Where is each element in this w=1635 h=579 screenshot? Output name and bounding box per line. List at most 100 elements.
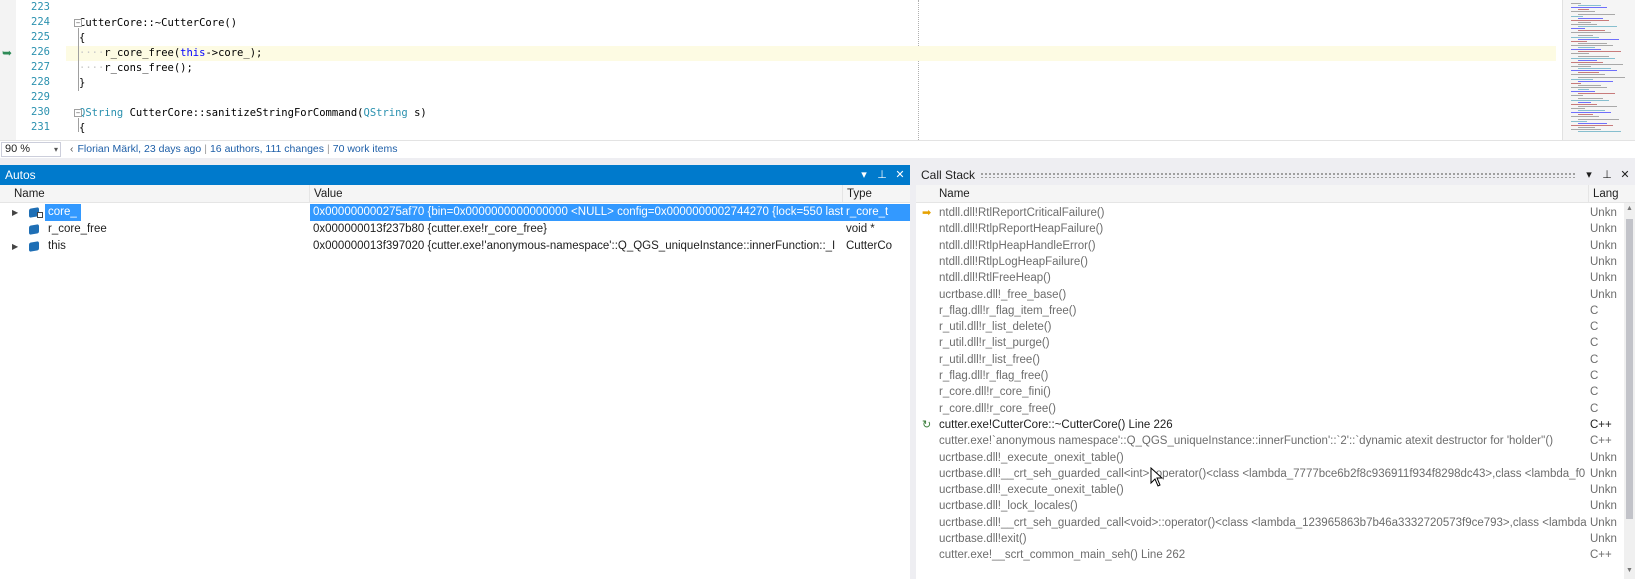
call-stack-frame[interactable]: cutter.exe!__scrt_common_main_seh() Line…: [916, 547, 1616, 564]
frame-language: Unkn: [1590, 239, 1617, 252]
variable-value[interactable]: 0x000000013f397020 {cutter.exe!'anonymou…: [310, 238, 843, 255]
minimap-line: [1571, 49, 1601, 51]
call-stack-frame[interactable]: r_core.dll!r_core_fini() C: [916, 384, 1616, 401]
call-stack-frame[interactable]: ucrtbase.dll!_execute_onexit_table() Unkn: [916, 482, 1617, 499]
variable-name[interactable]: r_core_free: [45, 221, 111, 238]
code-line[interactable]: ····r_cons_free();: [79, 61, 193, 76]
call-stack-frame[interactable]: r_util.dll!r_list_purge() C: [916, 335, 1616, 352]
call-stack-frame[interactable]: ntdll.dll!RtlpReportHeapFailure() Unkn: [916, 221, 1617, 238]
code-line[interactable]: {: [79, 31, 85, 46]
minimap-line: [1571, 45, 1613, 46]
minimap-line: [1571, 116, 1599, 118]
scroll-down-icon[interactable]: ▼: [1625, 567, 1634, 577]
call-stack-frame[interactable]: r_flag.dll!r_flag_free() C: [916, 368, 1616, 385]
call-stack-scrollbar[interactable]: ▲ ▼: [1624, 203, 1635, 579]
minimap-line: [1578, 110, 1605, 112]
call-stack-frame[interactable]: r_util.dll!r_list_delete() C: [916, 319, 1616, 336]
variable-type[interactable]: r_core_t: [843, 204, 910, 221]
frame-language: Unkn: [1590, 500, 1617, 513]
horizontal-splitter[interactable]: [0, 158, 1635, 165]
close-icon[interactable]: ✕: [1619, 165, 1631, 185]
code-line[interactable]: QString CutterCore::sanitizeStringForCom…: [79, 106, 427, 121]
variable-value[interactable]: 0x000000013f237b80 {cutter.exe!r_core_fr…: [310, 221, 843, 238]
variable-type[interactable]: CutterCo: [843, 238, 910, 255]
code-editor[interactable]: ➥ 223 224 225 226 227 228 229 230 231 CutterCore…: [0, 0, 1635, 140]
column-header-value[interactable]: Value: [310, 185, 843, 203]
call-stack-column-headers: Name Lang: [916, 185, 1635, 203]
close-icon[interactable]: ✕: [894, 165, 906, 185]
pin-icon[interactable]: ⊥: [876, 165, 888, 185]
minimap-line: [1571, 95, 1583, 97]
zoom-dropdown[interactable]: 90 % ▾: [1, 142, 61, 157]
frame-name: cutter.exe!CutterCore::~CutterCore() Lin…: [939, 418, 1173, 431]
expand-arrow-icon[interactable]: ▶: [12, 238, 18, 255]
code-line[interactable]: ····r_core_free(this->core_);: [66, 46, 1556, 61]
pin-icon[interactable]: ⊥: [1601, 165, 1613, 185]
call-stack-frame[interactable]: ucrtbase.dll!_execute_onexit_table() Unkn: [916, 450, 1617, 467]
column-header-type[interactable]: Type: [843, 185, 910, 203]
minimap-line: [1578, 118, 1619, 120]
code-line[interactable]: {: [79, 121, 85, 136]
call-stack-frame[interactable]: ucrtbase.dll!__crt_seh_guarded_call<int>…: [916, 466, 1617, 483]
collapse-region-icon[interactable]: −: [74, 19, 82, 27]
code-token: r_cons_free();: [104, 62, 193, 74]
variable-icon: [29, 241, 39, 252]
scrollbar-thumb[interactable]: [1626, 219, 1633, 519]
column-header-language[interactable]: Lang: [1589, 185, 1624, 203]
minimap-line: [1571, 82, 1581, 84]
minimap-line: [1571, 40, 1587, 42]
expand-arrow-icon[interactable]: ▶: [12, 204, 18, 221]
variable-name[interactable]: this: [45, 238, 70, 255]
code-minimap[interactable]: [1562, 0, 1635, 140]
codelens-changes-link[interactable]: 16 authors, 111 changes: [210, 143, 324, 155]
window-options-dropdown-icon[interactable]: ▾: [1583, 165, 1595, 185]
glyph-margin[interactable]: [0, 0, 16, 140]
code-line[interactable]: }: [79, 76, 85, 91]
autos-title-bar[interactable]: Autos ▾ ⊥ ✕: [0, 165, 910, 185]
minimap-line: [1578, 47, 1595, 49]
call-stack-frame[interactable]: ucrtbase.dll!_free_base() Unkn: [916, 287, 1617, 304]
autos-row[interactable]: ▶ this 0x000000013f397020 {cutter.exe!'ano…: [0, 238, 910, 255]
call-stack-frame[interactable]: r_util.dll!r_list_free() C: [916, 352, 1616, 369]
scroll-up-icon[interactable]: ▲: [1625, 205, 1634, 215]
minimap-line: [1578, 89, 1589, 91]
chevron-left-icon[interactable]: ‹: [70, 143, 78, 155]
column-header-name[interactable]: Name: [935, 185, 1589, 203]
codelens-workitems-link[interactable]: 70 work items: [333, 143, 398, 155]
mouse-cursor-icon: [1150, 467, 1164, 487]
call-stack-title: Call Stack: [921, 168, 976, 182]
frame-name: ntdll.dll!RtlpHeapHandleError(): [939, 239, 1096, 252]
call-stack-frame[interactable]: ntdll.dll!RtlpHeapHandleError() Unkn: [916, 238, 1617, 255]
codelens-author-link[interactable]: Florian Märkl, 23 days ago: [78, 143, 202, 155]
window-options-dropdown-icon[interactable]: ▾: [858, 165, 870, 185]
minimap-line: [1578, 122, 1607, 124]
frame-name: r_core.dll!r_core_fini(): [939, 386, 1051, 399]
minimap-line: [1578, 68, 1611, 70]
call-stack-frame[interactable]: r_core.dll!r_core_free() C: [916, 401, 1616, 418]
minimap-line: [1571, 91, 1595, 93]
call-stack-frame[interactable]: ↻ cutter.exe!CutterCore::~CutterCore() Li…: [916, 417, 1616, 434]
variable-type[interactable]: void *: [843, 221, 910, 238]
call-stack-frame[interactable]: ucrtbase.dll!_lock_locales() Unkn: [916, 498, 1617, 515]
call-stack-frame[interactable]: cutter.exe!`anonymous namespace'::Q_QGS_…: [916, 433, 1616, 450]
call-stack-frame[interactable]: ucrtbase.dll!__crt_seh_guarded_call<void…: [916, 515, 1617, 532]
call-stack-frame[interactable]: ntdll.dll!RtlFreeHeap() Unkn: [916, 270, 1617, 287]
column-header-name[interactable]: Name: [10, 185, 310, 203]
variable-value[interactable]: 0x000000000275af70 {bin=0x00000000000000…: [310, 204, 843, 221]
frame-name: ucrtbase.dll!__crt_seh_guarded_call<int>…: [939, 467, 1586, 480]
collapse-region-icon[interactable]: −: [74, 109, 82, 117]
frame-name: r_util.dll!r_list_purge(): [939, 337, 1050, 350]
code-line[interactable]: CutterCore::~CutterCore(): [79, 16, 237, 31]
minimap-line: [1571, 129, 1601, 130]
outline-bar: [78, 28, 79, 91]
call-stack-frame[interactable]: ucrtbase.dll!exit() Unkn: [916, 531, 1617, 548]
call-stack-frame[interactable]: r_flag.dll!r_flag_item_free() C: [916, 303, 1616, 320]
call-stack-frame[interactable]: ntdll.dll!RtlpLogHeapFailure() Unkn: [916, 254, 1617, 271]
variable-name[interactable]: core_: [45, 204, 81, 221]
minimap-line: [1578, 38, 1619, 40]
call-stack-frame[interactable]: ➡ ntdll.dll!RtlReportCriticalFailure() Unk…: [916, 205, 1617, 222]
code-text-area[interactable]: CutterCore::~CutterCore(){····r_core_fre…: [66, 0, 1560, 140]
call-stack-title-bar[interactable]: Call Stack ▾ ⊥ ✕: [916, 165, 1635, 185]
autos-row[interactable]: ▶ core_ 0x000000000275af70 {bin=0x00000000…: [0, 204, 910, 221]
autos-row[interactable]: r_core_free 0x000000013f237b80 {cutter.ex…: [0, 221, 910, 238]
